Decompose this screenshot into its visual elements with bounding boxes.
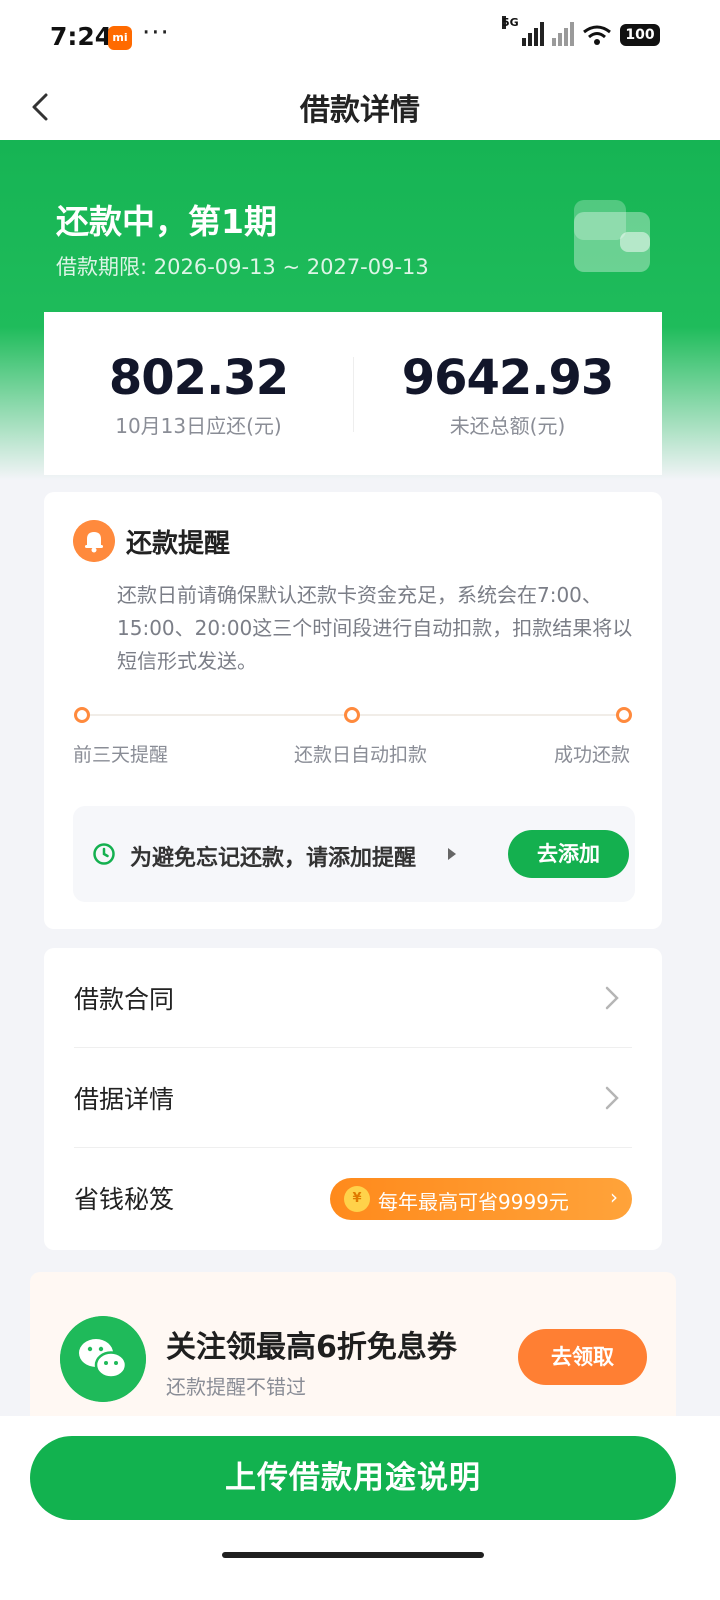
add-reminder-button[interactable]: 去添加 bbox=[508, 830, 629, 878]
more-notifications-icon: ··· bbox=[142, 18, 170, 48]
play-arrow-icon bbox=[448, 848, 456, 860]
repayment-reminder-card: 还款提醒 还款日前请确保默认还款卡资金充足，系统会在7:00、15:00、20:… bbox=[44, 492, 662, 929]
mi-app-icon: mi bbox=[108, 26, 132, 50]
loan-period: 借款期限: 2026-09-13 ~ 2027-09-13 bbox=[56, 255, 429, 279]
reminder-text: 还款日前请确保默认还款卡资金充足，系统会在7:00、15:00、20:00这三个… bbox=[117, 583, 633, 673]
reminder-title: 还款提醒 bbox=[126, 529, 231, 559]
menu-item-label: 借据详情 bbox=[74, 1085, 175, 1114]
status-time: 7:24 bbox=[50, 22, 113, 51]
battery-icon: 100 bbox=[620, 24, 660, 46]
amount-card: 802.32 10月13日应还(元) 9642.93 未还总额(元) bbox=[44, 312, 662, 475]
coin-icon: ¥ bbox=[344, 1186, 370, 1212]
menu-item-iou-details[interactable]: 借据详情 bbox=[74, 1048, 632, 1148]
claim-coupon-button[interactable]: 去领取 bbox=[518, 1329, 647, 1385]
navigation-bar: 借款详情 bbox=[0, 75, 720, 140]
clock-icon bbox=[93, 843, 115, 865]
menu-item-label: 省钱秘笈 bbox=[74, 1185, 175, 1214]
timeline-step-3: 成功还款 bbox=[554, 744, 631, 766]
timeline-dot bbox=[344, 707, 360, 723]
bell-icon bbox=[73, 520, 115, 562]
amount-due-value: 802.32 bbox=[108, 350, 289, 406]
saving-promo-badge[interactable]: ¥ 每年最高可省9999元 › bbox=[330, 1178, 632, 1220]
loan-menu-card: 借款合同 借据详情 省钱秘笈 ¥ 每年最高可省9999元 › bbox=[44, 948, 662, 1250]
wifi-icon bbox=[583, 25, 611, 45]
chevron-right-icon bbox=[605, 986, 619, 1010]
menu-item-contract[interactable]: 借款合同 bbox=[74, 948, 632, 1048]
amount-due: 802.32 10月13日应还(元) bbox=[44, 312, 353, 475]
signal-sim2-icon bbox=[552, 22, 574, 46]
promo-text: 每年最高可省9999元 bbox=[378, 1190, 569, 1214]
status-icons: 5G 100 bbox=[502, 16, 660, 46]
timeline-step-2: 还款日自动扣款 bbox=[294, 744, 428, 766]
timeline-dot bbox=[74, 707, 90, 723]
timeline-dot bbox=[616, 707, 632, 723]
network-label: 5G bbox=[502, 16, 519, 29]
bottom-action-bar: 上传借款用途说明 bbox=[0, 1416, 720, 1600]
chevron-right-icon: › bbox=[610, 1185, 618, 1209]
home-indicator[interactable] bbox=[222, 1552, 484, 1558]
signal-5g-icon: 5G bbox=[502, 16, 544, 46]
menu-item-label: 借款合同 bbox=[74, 985, 175, 1014]
amount-outstanding-label: 未还总额(元) bbox=[449, 414, 566, 438]
add-reminder-box[interactable]: 为避免忘记还款，请添加提醒 去添加 bbox=[73, 806, 635, 902]
upload-loan-purpose-button[interactable]: 上传借款用途说明 bbox=[30, 1436, 676, 1520]
timeline-step-1: 前三天提醒 bbox=[73, 744, 169, 766]
wechat-follow-banner[interactable]: 关注领最高6折免息券 还款提醒不错过 去领取 bbox=[30, 1272, 676, 1417]
amount-outstanding-value: 9642.93 bbox=[401, 350, 615, 406]
menu-item-saving-tips[interactable]: 省钱秘笈 ¥ 每年最高可省9999元 › bbox=[74, 1148, 632, 1248]
status-bar: 7:24 mi ··· 5G 100 bbox=[0, 0, 720, 75]
amount-outstanding: 9642.93 未还总额(元) bbox=[353, 312, 662, 475]
wechat-title: 关注领最高6折免息券 bbox=[166, 1330, 457, 1365]
amount-due-label: 10月13日应还(元) bbox=[115, 414, 282, 438]
wechat-subtitle: 还款提醒不错过 bbox=[166, 1375, 306, 1399]
chevron-right-icon bbox=[605, 1086, 619, 1110]
loan-status: 还款中，第1期 bbox=[56, 202, 277, 241]
page-title: 借款详情 bbox=[300, 93, 420, 128]
wallet-icon bbox=[574, 200, 650, 272]
wechat-icon bbox=[60, 1316, 146, 1402]
add-reminder-prompt[interactable]: 为避免忘记还款，请添加提醒 bbox=[130, 840, 416, 872]
